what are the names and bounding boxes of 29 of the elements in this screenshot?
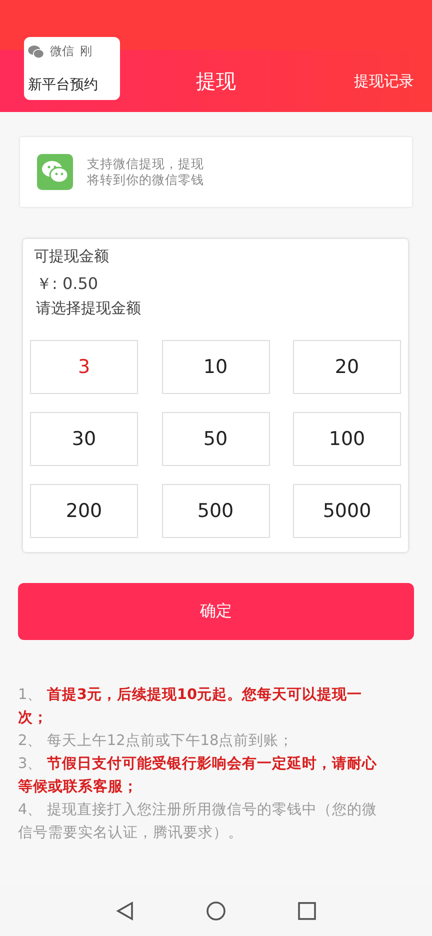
amount-option[interactable]: 50 <box>162 412 270 466</box>
balance-amount: ￥: 0.50 <box>35 273 100 295</box>
amount-option[interactable]: 10 <box>162 340 270 394</box>
note-text: 1、 首提3元，后续提现10元起。您每天可以提现一次； <box>18 686 364 728</box>
amount-option[interactable]: 200 <box>30 484 138 538</box>
back-icon[interactable] <box>116 901 134 921</box>
amount-option[interactable]: 30 <box>30 412 138 466</box>
balance-label: 可提现金额 <box>33 247 110 266</box>
page-title: 提现 <box>196 68 236 94</box>
note-text: 3、 节假日支付可能受银行影响会有一定延时，请耐心等候或联系客服； <box>18 754 378 797</box>
notification-card[interactable]: 微信 刚 新平台预约 <box>24 37 120 100</box>
withdraw-history-link[interactable]: 提现记录 <box>354 72 414 90</box>
amount-option[interactable]: 100 <box>293 412 401 466</box>
amount-option[interactable]: 3 <box>30 340 138 394</box>
home-icon[interactable] <box>206 901 226 921</box>
amount-prompt: 请选择提现金额 <box>35 298 142 318</box>
amount-option[interactable]: 5000 <box>293 484 401 538</box>
notification-title: 新平台预约 <box>28 76 99 94</box>
amount-option[interactable]: 20 <box>293 340 401 394</box>
amount-option[interactable]: 500 <box>162 484 270 538</box>
notification-time: 刚 <box>80 43 92 60</box>
notification-app: 微信 <box>50 43 74 60</box>
recents-icon[interactable] <box>298 902 316 920</box>
chat-bubbles-icon <box>28 44 44 58</box>
info-text: 支持微信提现，提现将转到你的微信零钱 <box>87 156 205 188</box>
chat-bubbles-icon <box>37 154 73 190</box>
note-text: 2、 每天上午12点前或下午18点前到账； <box>18 732 295 751</box>
confirm-button[interactable]: 确定 <box>18 583 414 640</box>
note-text: 4、 提现直接打入您注册所用微信号的零钱中（您的微信号需要实名认证，腾讯要求）。 <box>18 801 378 843</box>
